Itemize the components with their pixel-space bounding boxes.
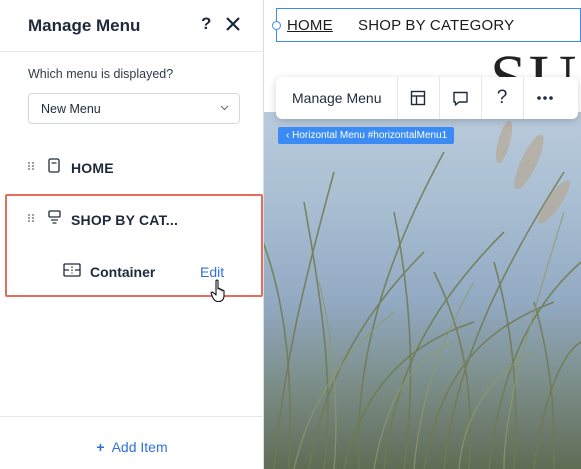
chevron-down-icon	[220, 105, 229, 111]
hand-pointer-cursor-icon	[210, 279, 225, 303]
menu-item-label: HOME	[71, 160, 114, 176]
container-label: Container	[90, 264, 156, 280]
panel-title: Manage Menu	[28, 16, 141, 35]
close-icon[interactable]	[224, 14, 242, 34]
manage-menu-panel: Manage Menu ? Which menu is displayed? N…	[0, 0, 264, 469]
drag-handle-icon[interactable]	[27, 161, 35, 171]
comment-icon[interactable]	[440, 77, 482, 119]
site-nav-home[interactable]: HOME	[287, 17, 333, 34]
add-item-label: Add Item	[111, 439, 168, 455]
menu-select-dropdown[interactable]: New Menu	[28, 93, 240, 124]
add-item-button[interactable]: + Add Item	[0, 439, 264, 455]
menu-item-home[interactable]: HOME	[0, 148, 264, 188]
help-button[interactable]: ?	[201, 14, 211, 34]
element-breadcrumb-tag[interactable]: ‹ Horizontal Menu #horizontalMenu1	[278, 127, 455, 144]
more-actions-icon[interactable]	[524, 77, 566, 119]
panel-header: Manage Menu ?	[0, 0, 264, 52]
mega-menu-icon	[48, 210, 61, 224]
layout-icon[interactable]	[398, 77, 440, 119]
resize-handle[interactable]	[272, 21, 281, 30]
element-toolbar: Manage Menu ?	[276, 77, 578, 119]
drag-handle-icon[interactable]	[27, 213, 35, 223]
menu-select-value: New Menu	[41, 102, 101, 116]
grass-background-image	[264, 120, 581, 469]
container-icon	[63, 263, 81, 277]
menu-item-shop-by-category[interactable]: SHOP BY CAT...	[0, 200, 264, 240]
horizontal-menu[interactable]: HOME SHOP BY CATEGORY	[272, 8, 581, 42]
panel-footer: + Add Item	[0, 416, 264, 469]
menu-select-label: Which menu is displayed?	[28, 67, 174, 81]
editor-canvas[interactable]: SU HOME SHOP BY CATEGORY Manage Menu ? ‹…	[264, 0, 581, 469]
menu-item-label: SHOP BY CAT...	[71, 212, 179, 228]
site-nav-shop-by-category[interactable]: SHOP BY CATEGORY	[358, 17, 514, 34]
plus-icon: +	[96, 439, 105, 455]
breadcrumb-label: Horizontal Menu #horizontalMenu1	[292, 130, 448, 141]
manage-menu-toolbar-button[interactable]: Manage Menu	[276, 77, 398, 119]
help-icon[interactable]: ?	[482, 77, 524, 119]
edit-container-link[interactable]: Edit	[200, 264, 224, 280]
page-icon	[48, 158, 60, 173]
help-icon-glyph: ?	[496, 87, 508, 108]
